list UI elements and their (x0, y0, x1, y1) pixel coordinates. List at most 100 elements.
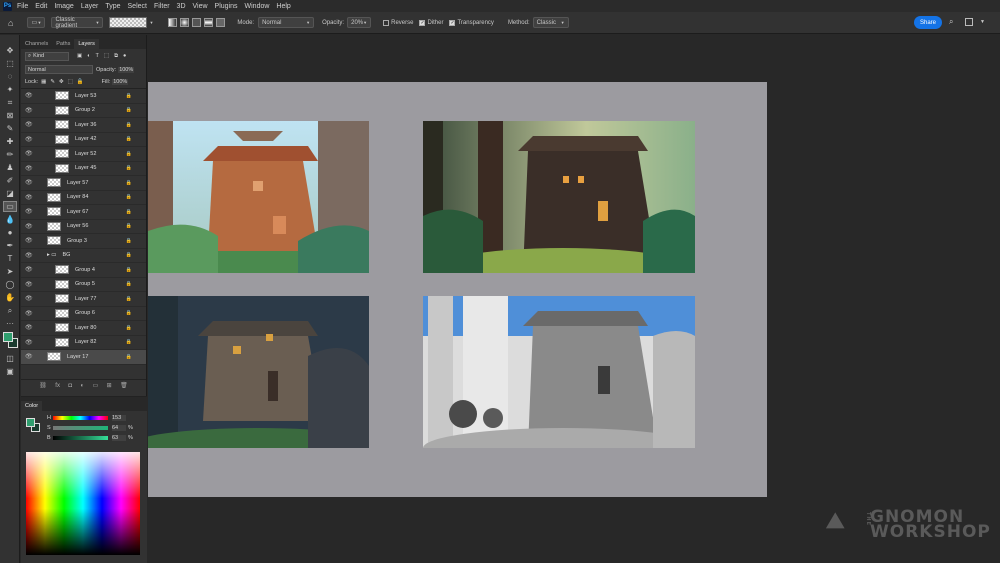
screen-mode-icon[interactable]: ▣ (3, 366, 17, 377)
lock-transparent-icon[interactable]: ▦ (41, 79, 46, 85)
layer-row[interactable]: 👁 Layer 56 🔒 (21, 220, 146, 234)
lock-artboard-icon[interactable]: ⬚ (68, 79, 73, 85)
blend-mode-dropdown[interactable]: Normal (25, 65, 93, 74)
frame-tool-icon[interactable]: ⊠ (3, 110, 17, 121)
layer-row[interactable]: 👁 Group 4 🔒 (21, 263, 146, 278)
menu-filter[interactable]: Filter (154, 3, 170, 10)
pen-tool-icon[interactable]: ✒ (3, 240, 17, 251)
layer-row[interactable]: 👁 Group 2 🔒 (21, 104, 146, 118)
b-value[interactable]: 63 (112, 435, 126, 441)
menu-image[interactable]: Image (54, 3, 73, 10)
chevron-down-icon[interactable]: ▼ (149, 20, 153, 25)
h-value[interactable]: 153 (112, 415, 126, 421)
magic-wand-tool-icon[interactable]: ✦ (3, 84, 17, 95)
method-dropdown[interactable]: Classic ▼ (532, 17, 569, 28)
dither-checkbox[interactable]: ✓ (419, 19, 426, 26)
tab-paths[interactable]: Paths (52, 39, 74, 49)
visibility-eye-icon[interactable]: 👁 (25, 295, 33, 302)
add-mask-icon[interactable]: ◘ (68, 383, 72, 389)
menu-type[interactable]: Type (105, 3, 120, 10)
saturation-slider[interactable] (53, 426, 108, 430)
visibility-eye-icon[interactable]: 👁 (25, 92, 33, 99)
lasso-tool-icon[interactable]: ◌ (3, 71, 17, 82)
visibility-eye-icon[interactable]: 👁 (25, 165, 33, 172)
layer-row[interactable]: 👁 ▸ ▭ BG 🔒 (21, 249, 146, 263)
menu-help[interactable]: Help (276, 3, 290, 10)
tool-preset-dropdown[interactable]: ▭ ▼ (27, 17, 46, 28)
stamp-tool-icon[interactable]: ♟ (3, 162, 17, 173)
layer-row[interactable]: 👁 Layer 45 🔒 (21, 162, 146, 176)
visibility-eye-icon[interactable]: 👁 (25, 237, 33, 244)
layer-row[interactable]: 👁 Layer 52 🔒 (21, 147, 146, 162)
lock-position-icon[interactable]: ✥ (59, 79, 64, 85)
filter-toggle-icon[interactable]: ● (123, 53, 126, 59)
gradient-swatch[interactable] (109, 17, 148, 28)
new-layer-icon[interactable]: ⊞ (107, 382, 112, 389)
gradient-preset-dropdown[interactable]: Classic gradient ▼ (51, 17, 104, 29)
layer-row[interactable]: 👁 Layer 82 🔒 (21, 336, 146, 350)
home-icon[interactable]: ⌂ (8, 18, 13, 28)
marquee-tool-icon[interactable]: ⬚ (3, 58, 17, 69)
angle-gradient-icon[interactable] (192, 18, 202, 27)
layer-row[interactable]: 👁 Layer 53 🔒 (21, 89, 146, 104)
brush-tool-icon[interactable]: ✏ (3, 149, 17, 160)
visibility-eye-icon[interactable]: 👁 (25, 150, 33, 157)
path-selection-icon[interactable]: ➤ (3, 266, 17, 277)
menu-layer[interactable]: Layer (81, 3, 99, 10)
filter-smart-icon[interactable]: ⧉ (114, 53, 118, 60)
visibility-eye-icon[interactable]: 👁 (25, 136, 33, 143)
diamond-gradient-icon[interactable] (216, 18, 226, 27)
radial-gradient-icon[interactable] (180, 18, 190, 27)
zoom-tool-icon[interactable]: ⌕ (3, 305, 17, 316)
visibility-eye-icon[interactable]: 👁 (25, 252, 33, 259)
filter-shape-icon[interactable]: ⬚ (104, 53, 109, 59)
quick-mask-icon[interactable]: ◫ (3, 353, 17, 364)
visibility-eye-icon[interactable]: 👁 (25, 353, 33, 360)
more-tools-icon[interactable]: ··· (3, 318, 17, 329)
search-icon[interactable]: ⌕ (949, 17, 953, 27)
gradient-tool-icon[interactable]: ▭ (3, 201, 17, 212)
menu-edit[interactable]: Edit (35, 3, 47, 10)
color-swatch-pair[interactable] (26, 418, 40, 432)
layer-row[interactable]: 👁 Layer 67 🔒 (21, 205, 146, 220)
visibility-eye-icon[interactable]: 👁 (25, 339, 33, 346)
layer-opacity-value[interactable]: 100% (118, 66, 135, 73)
crop-tool-icon[interactable]: ⌗ (3, 97, 17, 108)
lock-all-icon[interactable]: 🔒 (77, 79, 84, 85)
layer-style-icon[interactable]: fx (55, 383, 60, 389)
tab-color[interactable]: Color (21, 401, 43, 411)
visibility-eye-icon[interactable]: 👁 (25, 324, 33, 331)
move-tool-icon[interactable]: ✥ (3, 45, 17, 56)
share-button[interactable]: Share (914, 16, 942, 29)
filter-pixel-icon[interactable]: ▣ (77, 53, 82, 59)
visibility-eye-icon[interactable]: 👁 (25, 281, 33, 288)
tab-layers[interactable]: Layers (74, 39, 99, 49)
healing-brush-icon[interactable]: ✚ (3, 136, 17, 147)
menu-3d[interactable]: 3D (177, 3, 186, 10)
delete-layer-icon[interactable]: 🗑 (120, 382, 128, 389)
layer-row[interactable]: 👁 Group 6 🔒 (21, 307, 146, 321)
menu-plugins[interactable]: Plugins (215, 3, 238, 10)
foreground-color-swatch[interactable] (3, 332, 13, 342)
blur-tool-icon[interactable]: 💧 (3, 214, 17, 225)
visibility-eye-icon[interactable]: 👁 (25, 194, 33, 201)
visibility-eye-icon[interactable]: 👁 (25, 223, 33, 230)
workspace-icon[interactable] (965, 18, 973, 26)
hand-tool-icon[interactable]: ✋ (3, 292, 17, 303)
layer-row[interactable]: 👁 Group 3 🔒 (21, 234, 146, 249)
opacity-input[interactable]: 20% ▼ (347, 17, 372, 28)
fill-value[interactable]: 100% (112, 79, 129, 85)
visibility-eye-icon[interactable]: 👁 (25, 121, 33, 128)
hue-slider[interactable] (53, 416, 108, 420)
link-layers-icon[interactable]: ⛓ (39, 382, 47, 389)
visibility-eye-icon[interactable]: 👁 (25, 310, 33, 317)
tab-channels[interactable]: Channels (21, 39, 52, 49)
menu-view[interactable]: View (193, 3, 208, 10)
reflected-gradient-icon[interactable] (204, 18, 214, 27)
type-tool-icon[interactable]: T (3, 253, 17, 264)
reverse-checkbox[interactable] (383, 19, 390, 26)
folder-icon[interactable]: ▸ ▭ (47, 252, 57, 258)
lock-image-icon[interactable]: ✎ (50, 79, 55, 85)
eraser-tool-icon[interactable]: ◪ (3, 188, 17, 199)
chevron-down-icon[interactable]: ▼ (980, 19, 985, 25)
